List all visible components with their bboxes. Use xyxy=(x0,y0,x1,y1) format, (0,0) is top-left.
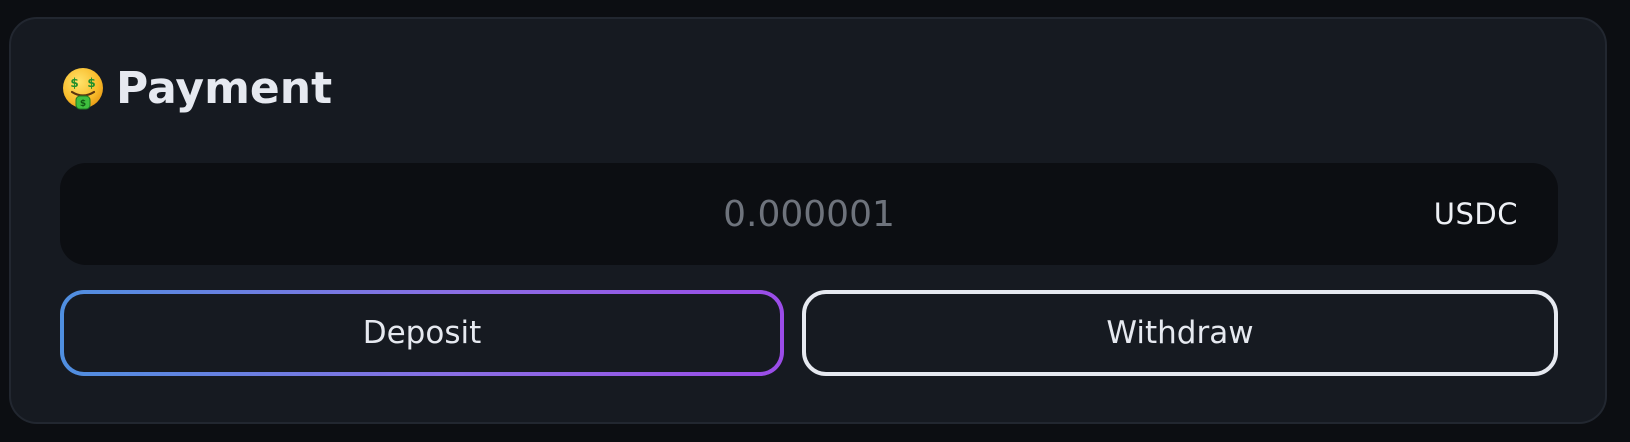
currency-label: USDC xyxy=(1433,197,1518,231)
deposit-button-label: Deposit xyxy=(362,315,482,351)
svg-text:$: $ xyxy=(70,76,78,90)
withdraw-button-label: Withdraw xyxy=(1106,315,1254,351)
withdraw-button[interactable]: Withdraw xyxy=(802,290,1558,376)
money-mouth-face-icon: $ $ $ xyxy=(63,68,103,110)
deposit-button[interactable]: Deposit xyxy=(60,290,784,376)
payment-title: Payment xyxy=(116,63,333,114)
svg-text:$: $ xyxy=(80,99,86,109)
svg-text:$: $ xyxy=(87,76,95,90)
amount-field: USDC xyxy=(60,163,1558,265)
amount-input[interactable] xyxy=(60,163,1558,265)
payment-card: $ $ $ Payment USDC Deposit Withdraw xyxy=(9,17,1607,424)
payment-header: $ $ $ Payment xyxy=(60,65,332,113)
